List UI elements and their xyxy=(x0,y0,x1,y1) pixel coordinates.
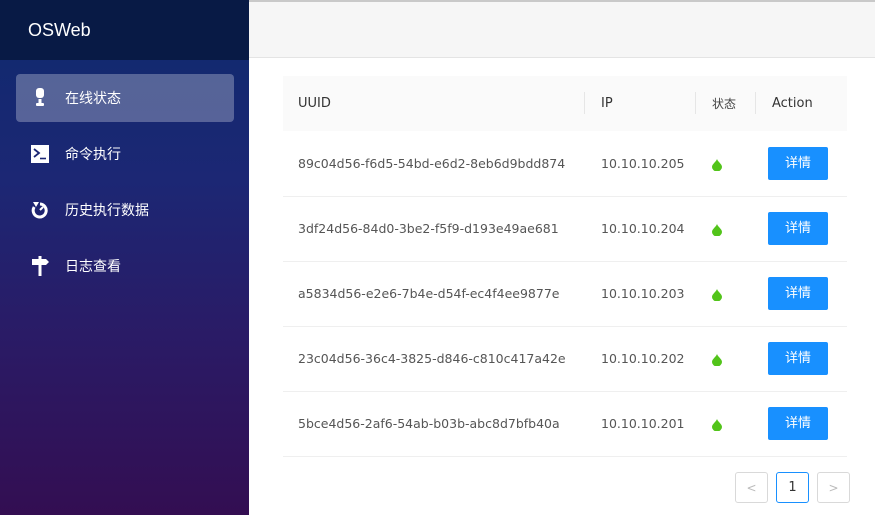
sidebar-item-command[interactable]: 命令执行 xyxy=(16,130,234,178)
ip-cell: 10.10.10.205 xyxy=(601,155,685,171)
page-button-current[interactable]: 1 xyxy=(776,472,809,503)
ip-cell: 10.10.10.202 xyxy=(601,351,685,366)
status-cell xyxy=(695,196,755,261)
column-header-action: Action xyxy=(755,76,847,131)
online-status-icon xyxy=(712,354,722,367)
uuid-cell: 3df24d56-84d0-3be2-f5f9-d193e49ae681 xyxy=(298,221,559,236)
hosts-table: UUID IP 状态 Action 89c04d56-f6d5-54bd-e6d… xyxy=(283,76,847,457)
action-cell: 详情 xyxy=(755,326,847,391)
details-button[interactable]: 详情 xyxy=(768,277,828,310)
details-button[interactable]: 详情 xyxy=(768,212,828,245)
sidebar-item-label: 在线状态 xyxy=(65,91,121,107)
details-button[interactable]: 详情 xyxy=(768,342,828,375)
signpost-icon xyxy=(31,256,49,276)
status-cell xyxy=(695,131,755,196)
details-button[interactable]: 详情 xyxy=(768,407,828,440)
history-icon xyxy=(31,200,49,220)
sidebar-item-label: 命令执行 xyxy=(65,147,121,163)
online-status-icon xyxy=(712,419,722,432)
online-status-icon xyxy=(712,158,722,172)
chevron-left-icon: < xyxy=(746,480,757,495)
ip-cell: 10.10.10.203 xyxy=(601,286,685,301)
chevron-right-icon: > xyxy=(828,480,839,495)
table-row: 3df24d56-84d0-3be2-f5f9-d193e49ae681 10.… xyxy=(283,196,847,261)
sidebar-menu: 在线状态 命令执行 历史执行数据 日志查看 xyxy=(0,60,249,290)
sidebar-item-label: 日志查看 xyxy=(65,259,121,275)
uuid-cell: 5bce4d56-2af6-54ab-b03b-abc8d7bfb40a xyxy=(298,416,560,431)
status-cell xyxy=(695,391,755,456)
sidebar-item-label: 历史执行数据 xyxy=(65,203,149,219)
action-cell: 详情 xyxy=(755,391,847,456)
online-status-icon xyxy=(712,224,722,237)
table-row: 23c04d56-36c4-3825-d846-c810c417a42e 10.… xyxy=(283,326,847,391)
sidebar-item-online-status[interactable]: 在线状态 xyxy=(16,74,234,122)
table-row: 89c04d56-f6d5-54bd-e6d2-8eb6d9bdd874 10.… xyxy=(283,131,847,196)
online-status-icon xyxy=(31,88,49,108)
main-content: UUID IP 状态 Action 89c04d56-f6d5-54bd-e6d… xyxy=(249,58,875,515)
sidebar-item-logs[interactable]: 日志查看 xyxy=(16,242,234,290)
status-cell xyxy=(695,326,755,391)
app-title: OSWeb xyxy=(0,0,249,60)
ip-cell: 10.10.10.204 xyxy=(601,221,685,236)
column-header-uuid: UUID xyxy=(298,96,331,111)
table-row: a5834d56-e2e6-7b4e-d54f-ec4f4ee9877e 10.… xyxy=(283,261,847,326)
sidebar: OSWeb 在线状态 命令执行 历史执行数据 日志查看 xyxy=(0,0,249,515)
online-status-icon xyxy=(712,289,722,302)
column-header-ip: IP xyxy=(584,76,695,131)
action-cell: 详情 xyxy=(755,131,847,196)
prev-page-button[interactable]: < xyxy=(735,472,768,503)
details-button[interactable]: 详情 xyxy=(768,146,828,180)
action-cell: 详情 xyxy=(755,261,847,326)
status-cell xyxy=(695,261,755,326)
next-page-button[interactable]: > xyxy=(817,472,850,503)
uuid-cell: 23c04d56-36c4-3825-d846-c810c417a42e xyxy=(298,351,566,366)
table-header-row: UUID IP 状态 Action xyxy=(283,76,847,131)
sidebar-item-history[interactable]: 历史执行数据 xyxy=(16,186,234,234)
uuid-cell: 89c04d56-f6d5-54bd-e6d2-8eb6d9bdd874 xyxy=(298,155,566,171)
column-header-status: 状态 xyxy=(695,76,755,131)
table-row: 5bce4d56-2af6-54ab-b03b-abc8d7bfb40a 10.… xyxy=(283,391,847,456)
ip-cell: 10.10.10.201 xyxy=(601,416,685,431)
terminal-icon xyxy=(31,144,49,164)
header-bar xyxy=(249,0,875,58)
pagination: < 1 > xyxy=(727,472,850,503)
uuid-cell: a5834d56-e2e6-7b4e-d54f-ec4f4ee9877e xyxy=(298,286,560,301)
action-cell: 详情 xyxy=(755,196,847,261)
